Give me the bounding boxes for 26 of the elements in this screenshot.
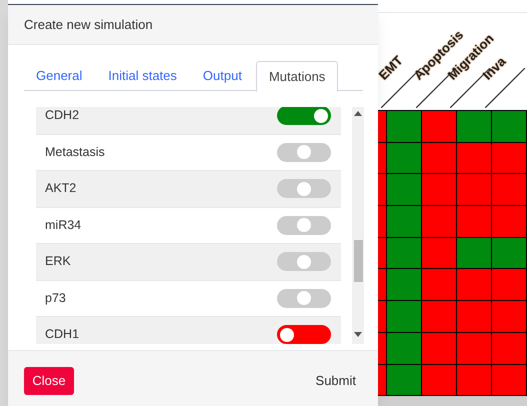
tab[interactable]: Initial states [96,61,189,91]
tab[interactable]: General [24,61,94,91]
tab[interactable]: Output [190,61,254,91]
mutation-label: AKT2 [45,180,76,198]
mutation-label: Metastasis [45,144,105,161]
submit-button[interactable]: Submit [316,370,356,390]
toggle-switch[interactable] [277,216,331,235]
toggle-switch[interactable] [277,288,331,308]
down-arrow-icon[interactable] [354,332,362,337]
toggle-switch[interactable] [277,179,331,198]
mutation-label: ERK [45,253,71,270]
up-arrow-icon[interactable] [354,111,362,116]
mutation-label: CDH1 [45,326,80,344]
mutation-label: CDH2 [45,107,80,124]
scrollbar[interactable] [378,396,527,406]
dialog-title: Create new simulation [24,16,153,34]
scrollbar[interactable] [352,107,364,344]
mutation-label: p73 [45,290,66,307]
mutation-label: miR34 [45,216,82,234]
toggle-switch[interactable] [277,252,331,272]
toggle-switch[interactable] [277,325,331,344]
tab[interactable]: Mutations [256,61,338,92]
toggle-switch[interactable] [277,107,331,126]
scrollbar-thumb[interactable] [354,240,362,282]
close-button[interactable]: Close [24,366,74,394]
toggle-switch[interactable] [277,142,331,162]
